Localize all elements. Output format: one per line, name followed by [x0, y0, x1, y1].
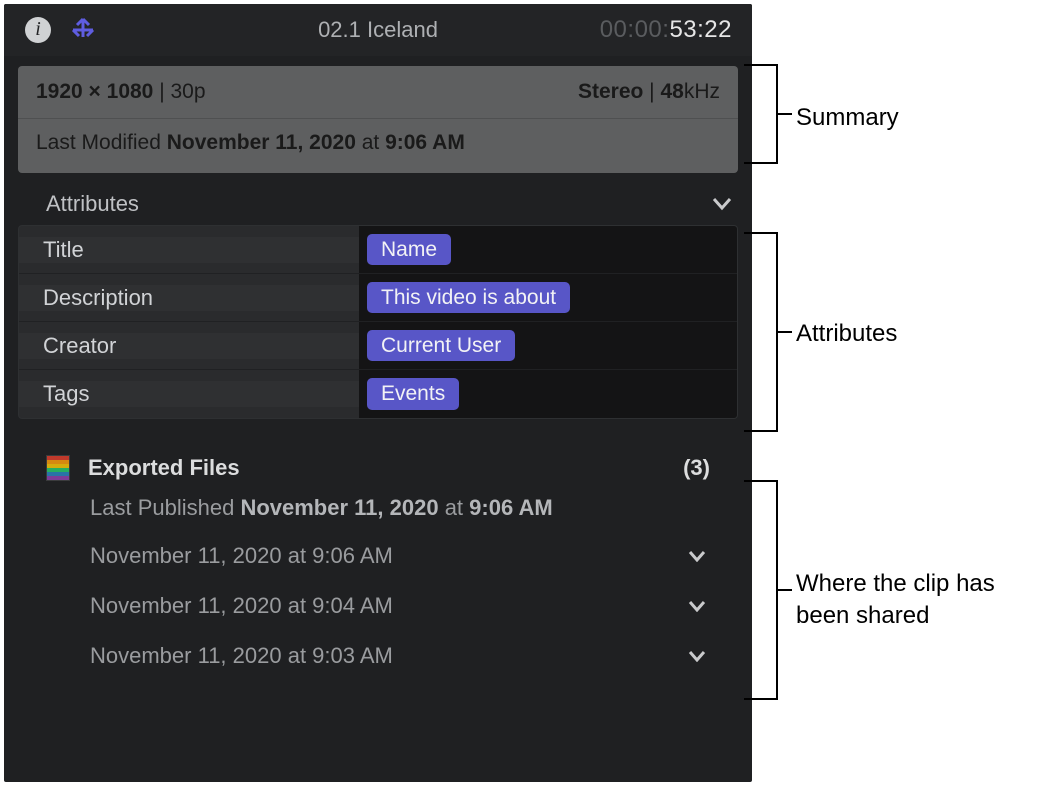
chevron-down-icon: [688, 550, 706, 562]
attribute-value-cell[interactable]: This video is about: [359, 274, 737, 321]
attribute-token[interactable]: Events: [367, 378, 459, 409]
callout-bracket-shared: [758, 480, 778, 700]
summary-audio-format: Stereo | 48kHz: [578, 80, 720, 104]
attribute-token[interactable]: Name: [367, 234, 451, 265]
callout-bracket-summary: [758, 64, 778, 164]
share-inspector-panel: i 02.1 Iceland 00:00:53:22 1920 × 1080 |…: [4, 4, 752, 782]
share-icon[interactable]: [68, 15, 98, 45]
exported-item-date: November 11, 2020 at 9:06 AM: [90, 543, 393, 569]
inspector-header: i 02.1 Iceland 00:00:53:22: [4, 4, 752, 56]
chevron-down-icon: [688, 600, 706, 612]
exported-files-icon: [46, 455, 70, 481]
exported-item[interactable]: November 11, 2020 at 9:03 AM: [46, 631, 710, 681]
attribute-row-title: Title Name: [19, 226, 737, 274]
callout-label-shared: Where the clip has been shared: [796, 568, 1016, 633]
summary-last-modified: Last Modified November 11, 2020 at 9:06 …: [18, 119, 738, 173]
last-published: Last Published November 11, 2020 at 9:06…: [90, 495, 710, 521]
attribute-value-cell[interactable]: Events: [359, 370, 737, 418]
summary-video-format: 1920 × 1080 | 30p: [36, 80, 206, 104]
attribute-label: Creator: [19, 333, 359, 359]
chevron-down-icon: [688, 650, 706, 662]
attribute-value-cell[interactable]: Current User: [359, 322, 737, 369]
attribute-label: Title: [19, 237, 359, 263]
exported-files-title: Exported Files: [88, 455, 683, 481]
chevron-down-icon: [712, 197, 732, 211]
exported-item[interactable]: November 11, 2020 at 9:04 AM: [46, 581, 710, 631]
attribute-label: Description: [19, 285, 359, 311]
callout-bracket-attributes: [758, 232, 778, 432]
attribute-label: Tags: [19, 381, 359, 407]
attribute-value-cell[interactable]: Name: [359, 226, 737, 273]
attributes-header-label: Attributes: [46, 191, 139, 217]
attribute-row-tags: Tags Events: [19, 370, 737, 418]
svg-text:i: i: [35, 18, 41, 40]
exported-item-date: November 11, 2020 at 9:04 AM: [90, 593, 393, 619]
attributes-table: Title Name Description This video is abo…: [18, 225, 738, 419]
callouts: Summary Attributes Where the clip has be…: [756, 4, 1056, 782]
attribute-row-creator: Creator Current User: [19, 322, 737, 370]
exported-files-count: (3): [683, 455, 710, 481]
summary-box: 1920 × 1080 | 30p Stereo | 48kHz Last Mo…: [18, 66, 738, 173]
info-icon[interactable]: i: [24, 16, 52, 44]
attribute-token[interactable]: This video is about: [367, 282, 570, 313]
exported-item-date: November 11, 2020 at 9:03 AM: [90, 643, 393, 669]
attribute-row-description: Description This video is about: [19, 274, 737, 322]
exported-item[interactable]: November 11, 2020 at 9:06 AM: [46, 531, 710, 581]
callout-label-summary: Summary: [796, 102, 899, 134]
attributes-section-header[interactable]: Attributes: [46, 191, 732, 217]
callout-label-attributes: Attributes: [796, 318, 897, 350]
attribute-token[interactable]: Current User: [367, 330, 515, 361]
timecode: 00:00:53:22: [600, 16, 732, 44]
exported-files-header[interactable]: Exported Files (3): [46, 455, 710, 481]
exported-files-section: Exported Files (3) Last Published Novemb…: [46, 455, 710, 681]
